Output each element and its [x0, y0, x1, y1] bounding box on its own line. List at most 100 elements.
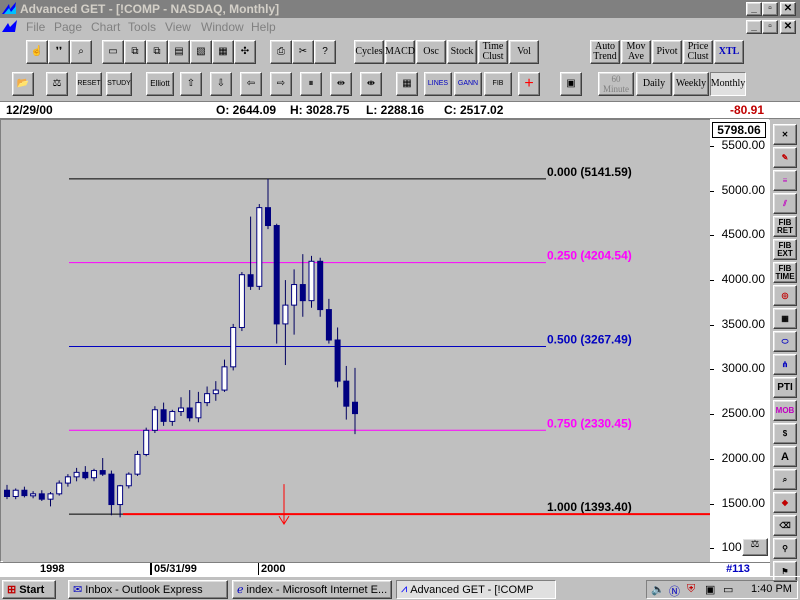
fib-ext-button[interactable]: FIB EXT — [773, 239, 797, 260]
menu-help[interactable]: Help — [251, 20, 276, 34]
low-value: L: 2288.16 — [366, 103, 425, 117]
elliott-button[interactable]: Elliott — [146, 72, 174, 96]
child-restore-button[interactable]: ▫ — [762, 20, 778, 34]
bars-icon[interactable]: ⏸ — [300, 72, 322, 96]
tray-app-icon[interactable]: ▣ — [705, 583, 715, 596]
open-icon[interactable]: 📂 — [12, 72, 34, 96]
stock-button[interactable]: Stock — [447, 40, 477, 64]
macd-button[interactable]: MACD — [385, 40, 415, 64]
menu-view[interactable]: View — [165, 20, 191, 34]
scale-icon[interactable]: ⚖ — [742, 538, 768, 556]
pencil-icon[interactable]: ✎ — [773, 147, 797, 168]
calculator-icon[interactable]: ▦ — [396, 72, 418, 96]
date-axis: 1998 05/31/99 2000 #113 — [0, 562, 770, 576]
print-icon[interactable]: ⎙ — [270, 40, 292, 64]
timeframe-60-minute[interactable]: 60 Minute — [598, 72, 634, 96]
gann-button[interactable]: GANN — [454, 72, 482, 96]
table-icon[interactable]: ▦ — [773, 308, 797, 329]
osc-button[interactable]: Osc — [416, 40, 446, 64]
pivot-button[interactable]: Pivot — [652, 40, 682, 64]
menu-page[interactable]: Page — [54, 20, 82, 34]
expand-bars-icon[interactable]: ⇼ — [360, 72, 382, 96]
crosshair-icon[interactable]: + — [518, 72, 540, 96]
price-clust-button[interactable]: Price Clust — [683, 40, 713, 64]
page-setup-icon[interactable]: ▣ — [560, 72, 582, 96]
candle-body — [343, 380, 350, 407]
ellipse-icon[interactable]: ⬭ — [773, 331, 797, 352]
menu-window[interactable]: Window — [201, 20, 244, 34]
auto-trend-button[interactable]: Auto Trend — [590, 40, 620, 64]
xtl-button[interactable]: XTL — [714, 40, 744, 64]
task-ie[interactable]: ℯ index - Microsoft Internet E... — [232, 580, 392, 599]
menu-bar: File Page Chart Tools View Window Help _… — [0, 18, 800, 36]
cascade-icon[interactable]: ▧ — [190, 40, 212, 64]
down-arrow-icon[interactable]: ⇩ — [210, 72, 232, 96]
timeframe-daily[interactable]: Daily — [636, 72, 672, 96]
cursor-icon[interactable]: ☝ — [26, 40, 48, 64]
tools-icon[interactable]: ✂ — [292, 40, 314, 64]
study-button[interactable]: STUDY — [106, 72, 132, 96]
grid-icon[interactable]: ▦ — [212, 40, 234, 64]
lines-button[interactable]: LINES — [424, 72, 452, 96]
close-button[interactable]: ✕ — [780, 2, 796, 16]
quote-icon[interactable]: ❜❜ — [48, 40, 70, 64]
right-arrow-icon[interactable]: ⇨ — [270, 72, 292, 96]
up-arrow-icon[interactable]: ⇧ — [180, 72, 202, 96]
menu-chart[interactable]: Chart — [91, 20, 120, 34]
mob-button[interactable]: MOB — [773, 400, 797, 421]
expand-icon[interactable]: ✣ — [234, 40, 256, 64]
cycles-button[interactable]: Cycles — [354, 40, 384, 64]
candle-body — [30, 493, 37, 497]
mov-ave-button[interactable]: Mov Ave — [621, 40, 651, 64]
maximize-button[interactable]: ▫ — [762, 2, 778, 16]
marker-icon[interactable]: ◆ — [773, 492, 797, 513]
left-arrow-icon[interactable]: ⇦ — [240, 72, 262, 96]
candle-body — [4, 489, 10, 498]
vol-button[interactable]: Vol — [509, 40, 539, 64]
start-button[interactable]: ⊞ Start — [2, 580, 56, 599]
balance-icon[interactable]: ⚖ — [46, 72, 68, 96]
fib-label-0.250: 0.250 (4204.54) — [547, 249, 632, 263]
task-advanced-get[interactable]: ⩘ Advanced GET - [!COMP — [396, 580, 556, 599]
text-tool-button[interactable]: A — [773, 446, 797, 467]
price-axis: 5500.00 5000.00 4500.00 4000.00 3500.00 3000.… — [710, 119, 769, 562]
compress-icon[interactable]: ⇹ — [330, 72, 352, 96]
zoom-icon[interactable]: ⌕ — [70, 40, 92, 64]
fib-time-button[interactable]: FIB TIME — [773, 262, 797, 283]
price-chart[interactable]: 0.000 (5141.59) 0.250 (4204.54) 0.500 (326… — [3, 122, 711, 562]
dollar-icon[interactable]: $ — [773, 423, 797, 444]
trend-lines-icon[interactable]: ⫽ — [773, 193, 797, 214]
wizard-icon[interactable]: ⚲ — [773, 538, 797, 559]
minimize-button[interactable]: _ — [746, 2, 762, 16]
menu-tools[interactable]: Tools — [128, 20, 156, 34]
speaker-icon[interactable]: 🔈 — [651, 583, 665, 596]
close-tool-icon[interactable]: ✕ — [773, 124, 797, 145]
clock[interactable]: 1:40 PM — [751, 583, 792, 595]
price-tick — [710, 548, 714, 550]
pti-button[interactable]: PTI — [773, 377, 797, 398]
magnifier-icon[interactable]: ⌕ — [773, 469, 797, 490]
monitor-icon[interactable]: ▭ — [723, 583, 733, 596]
task-outlook[interactable]: ✉ Inbox - Outlook Express — [68, 580, 228, 599]
pitchfork-icon[interactable]: ⋔ — [773, 354, 797, 375]
tile-icon[interactable]: ▤ — [168, 40, 190, 64]
reset-button[interactable]: RESET — [76, 72, 102, 96]
new-page-icon[interactable]: ▭ — [102, 40, 124, 64]
help-icon[interactable]: ? — [314, 40, 336, 64]
fib-button[interactable]: FIB — [484, 72, 512, 96]
channel-icon[interactable]: ≡ — [773, 170, 797, 191]
time-clust-button[interactable]: Time Clust — [478, 40, 508, 64]
eraser-icon[interactable]: ⌫ — [773, 515, 797, 536]
timeframe-monthly[interactable]: Monthly — [710, 72, 746, 96]
timeframe-weekly[interactable]: Weekly — [673, 72, 709, 96]
child-close-button[interactable]: ✕ — [780, 20, 796, 34]
menu-file[interactable]: File — [26, 20, 45, 34]
shield-icon[interactable]: ⛨ — [687, 583, 695, 596]
chart-panel[interactable]: 0.000 (5141.59) 0.250 (4204.54) 0.500 (326… — [0, 119, 770, 562]
fib-ret-button[interactable]: FIB RET — [773, 216, 797, 237]
fib-circle-icon[interactable]: ◎ — [773, 285, 797, 306]
network-icon[interactable]: Ⓝ — [669, 583, 680, 599]
copy-chart-icon[interactable]: ⧉ — [146, 40, 168, 64]
copy-icon[interactable]: ⧉ — [124, 40, 146, 64]
child-minimize-button[interactable]: _ — [746, 20, 762, 34]
